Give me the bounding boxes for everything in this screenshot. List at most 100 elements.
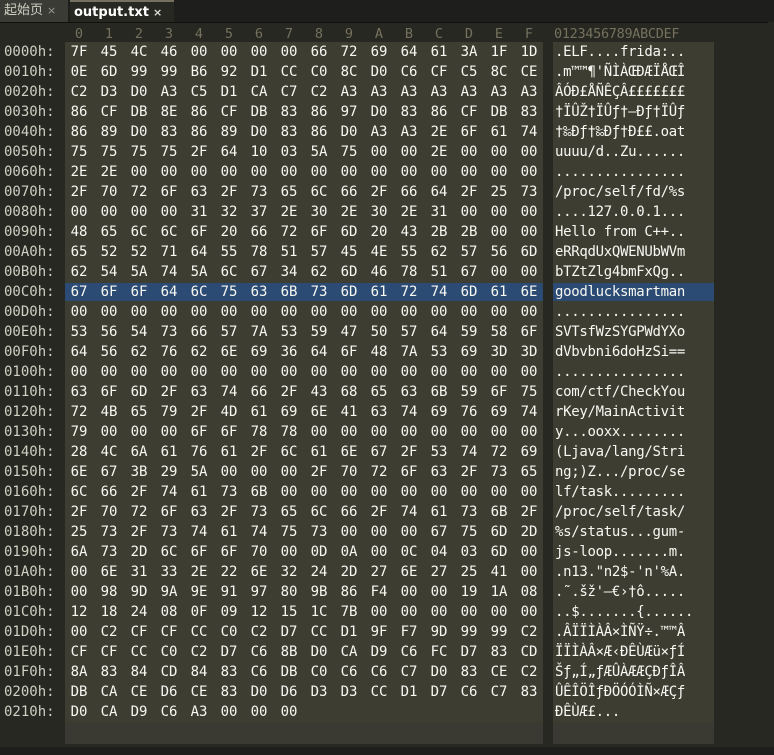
hex-byte[interactable]: 6B: [428, 382, 450, 402]
hex-byte[interactable]: 12: [68, 602, 90, 622]
hex-byte[interactable]: 00: [488, 482, 510, 502]
hex-byte[interactable]: 6E: [398, 562, 420, 582]
hex-byte[interactable]: 8C: [488, 62, 510, 82]
hex-byte[interactable]: 61: [308, 442, 330, 462]
table-row[interactable]: 0040h: 86 89 D0 83 86 89 D0 83 86 D0 A3 A3 2E 6F 61 74 †‰…: [0, 122, 774, 142]
hex-byte[interactable]: 72: [398, 282, 420, 302]
hex-byte[interactable]: 08: [158, 602, 180, 622]
hex-byte[interactable]: 00: [188, 42, 210, 62]
hex-byte[interactable]: 73: [308, 282, 330, 302]
hex-byte[interactable]: 63: [368, 402, 390, 422]
table-row[interactable]: 00C0h: 67 6F 6F 64 6C 75 63 6B 73 6D 61 72 74 6D 61 6E go…: [0, 282, 774, 302]
hex-byte[interactable]: 00: [188, 362, 210, 382]
hex-byte[interactable]: 72: [338, 42, 360, 62]
hex-byte[interactable]: 34: [278, 262, 300, 282]
hex-byte[interactable]: CA: [248, 82, 270, 102]
hex-byte[interactable]: 00: [518, 602, 540, 622]
hex-byte[interactable]: D9: [368, 642, 390, 662]
table-row[interactable]: 0190h: 6A 73 2D 6C 6F 6F 70 00 0D 0A 00 0C 04 03 6D 00 js…: [0, 542, 774, 562]
hex-byte[interactable]: 78: [248, 422, 270, 442]
hex-byte[interactable]: 74: [518, 402, 540, 422]
hex-byte[interactable]: 00: [488, 602, 510, 622]
hex-byte[interactable]: D1: [338, 622, 360, 642]
hex-rows[interactable]: 0000h: 7F 45 4C 46 00 00 00 00 66 72 69 64 61 3A 1F 1D .E…: [0, 42, 774, 722]
hex-byte[interactable]: 2F: [368, 182, 390, 202]
hex-byte[interactable]: 8B: [278, 642, 300, 662]
hex-byte[interactable]: 83: [218, 662, 240, 682]
hex-byte[interactable]: C6: [398, 62, 420, 82]
hex-byte[interactable]: 00: [68, 362, 90, 382]
hex-byte[interactable]: 0A: [338, 542, 360, 562]
hex-byte[interactable]: 86: [68, 102, 90, 122]
hex-byte[interactable]: C2: [98, 622, 120, 642]
hex-byte[interactable]: 00: [518, 482, 540, 502]
close-icon[interactable]: ×: [153, 6, 162, 19]
hex-byte[interactable]: 00: [308, 302, 330, 322]
hex-byte[interactable]: 66: [248, 382, 270, 402]
hex-byte[interactable]: 61: [188, 482, 210, 502]
hex-byte[interactable]: 61: [488, 122, 510, 142]
hex-byte[interactable]: 00: [68, 562, 90, 582]
hex-byte[interactable]: 69: [458, 342, 480, 362]
hex-byte[interactable]: 00: [398, 602, 420, 622]
hex-byte[interactable]: 6F: [488, 382, 510, 402]
hex-byte[interactable]: 83: [518, 682, 540, 702]
hex-byte[interactable]: DB: [128, 102, 150, 122]
hex-byte[interactable]: 69: [518, 442, 540, 462]
hex-byte[interactable]: 48: [68, 222, 90, 242]
hex-byte[interactable]: 00: [398, 582, 420, 602]
hex-byte[interactable]: 80: [278, 582, 300, 602]
hex-byte[interactable]: 70: [98, 182, 120, 202]
hex-byte[interactable]: 73: [218, 482, 240, 502]
hex-byte[interactable]: 6D: [338, 222, 360, 242]
hex-byte[interactable]: 74: [248, 522, 270, 542]
hex-byte[interactable]: A3: [338, 82, 360, 102]
hex-byte[interactable]: 9E: [188, 582, 210, 602]
hex-byte[interactable]: 66: [248, 222, 270, 242]
hex-byte[interactable]: 74: [458, 442, 480, 462]
hex-byte[interactable]: 00: [248, 462, 270, 482]
table-row[interactable]: 0050h: 75 75 75 75 2F 64 10 03 5A 75 00 00 2E 00 00 00 uu…: [0, 142, 774, 162]
hex-byte[interactable]: 43: [308, 382, 330, 402]
hex-byte[interactable]: 57: [398, 322, 420, 342]
hex-byte[interactable]: 6D: [98, 62, 120, 82]
hex-byte[interactable]: D0: [338, 122, 360, 142]
table-row[interactable]: 01D0h: 00 C2 CF CF CC C0 C2 D7 CC D1 9F F7 9D 99 99 C2 .Â…: [0, 622, 774, 642]
hex-byte[interactable]: 41: [488, 562, 510, 582]
hex-byte[interactable]: D0: [368, 102, 390, 122]
hex-byte[interactable]: 6F: [308, 222, 330, 242]
hex-byte[interactable]: 3D: [488, 342, 510, 362]
table-row[interactable]: 0070h: 2F 70 72 6F 63 2F 73 65 6C 66 2F 66 64 2F 25 73/p…: [0, 182, 774, 202]
hex-byte[interactable]: 10: [248, 142, 270, 162]
hex-byte[interactable]: D7: [428, 682, 450, 702]
hex-byte[interactable]: 6B: [248, 482, 270, 502]
hex-byte[interactable]: 00: [368, 362, 390, 382]
table-row[interactable]: 0150h: 6E 67 3B 29 5A 00 00 00 2F 70 72 6F 63 2F 73 65 ng…: [0, 462, 774, 482]
hex-byte[interactable]: 0D: [308, 542, 330, 562]
hex-byte[interactable]: D0: [68, 702, 90, 722]
hex-byte[interactable]: 27: [368, 562, 390, 582]
hex-byte[interactable]: 00: [488, 262, 510, 282]
hex-byte[interactable]: C2: [308, 82, 330, 102]
hex-byte[interactable]: 6B: [278, 282, 300, 302]
hex-byte[interactable]: 00: [128, 362, 150, 382]
hex-byte[interactable]: 67: [98, 462, 120, 482]
hex-byte[interactable]: C6: [338, 662, 360, 682]
hex-byte[interactable]: 99: [488, 622, 510, 642]
hex-byte[interactable]: 00: [278, 462, 300, 482]
hex-byte[interactable]: 2F: [128, 522, 150, 542]
hex-byte[interactable]: 2F: [68, 502, 90, 522]
hex-byte[interactable]: 15: [278, 602, 300, 622]
table-row[interactable]: 0160h: 6C 66 2F 74 61 73 6B 00 00 00 00 00 00 00 00 00 lf…: [0, 482, 774, 502]
hex-byte[interactable]: 00: [518, 262, 540, 282]
hex-byte[interactable]: 6C: [278, 442, 300, 462]
hex-byte[interactable]: 6F: [98, 382, 120, 402]
hex-byte[interactable]: 37: [248, 202, 270, 222]
tab-output-txt[interactable]: output.txt ×: [70, 0, 174, 22]
hex-byte[interactable]: 00: [248, 302, 270, 322]
hex-byte[interactable]: 31: [128, 562, 150, 582]
hex-byte[interactable]: 2E: [68, 162, 90, 182]
hex-byte[interactable]: 00: [518, 162, 540, 182]
hex-byte[interactable]: 72: [278, 222, 300, 242]
hex-byte[interactable]: CE: [128, 682, 150, 702]
